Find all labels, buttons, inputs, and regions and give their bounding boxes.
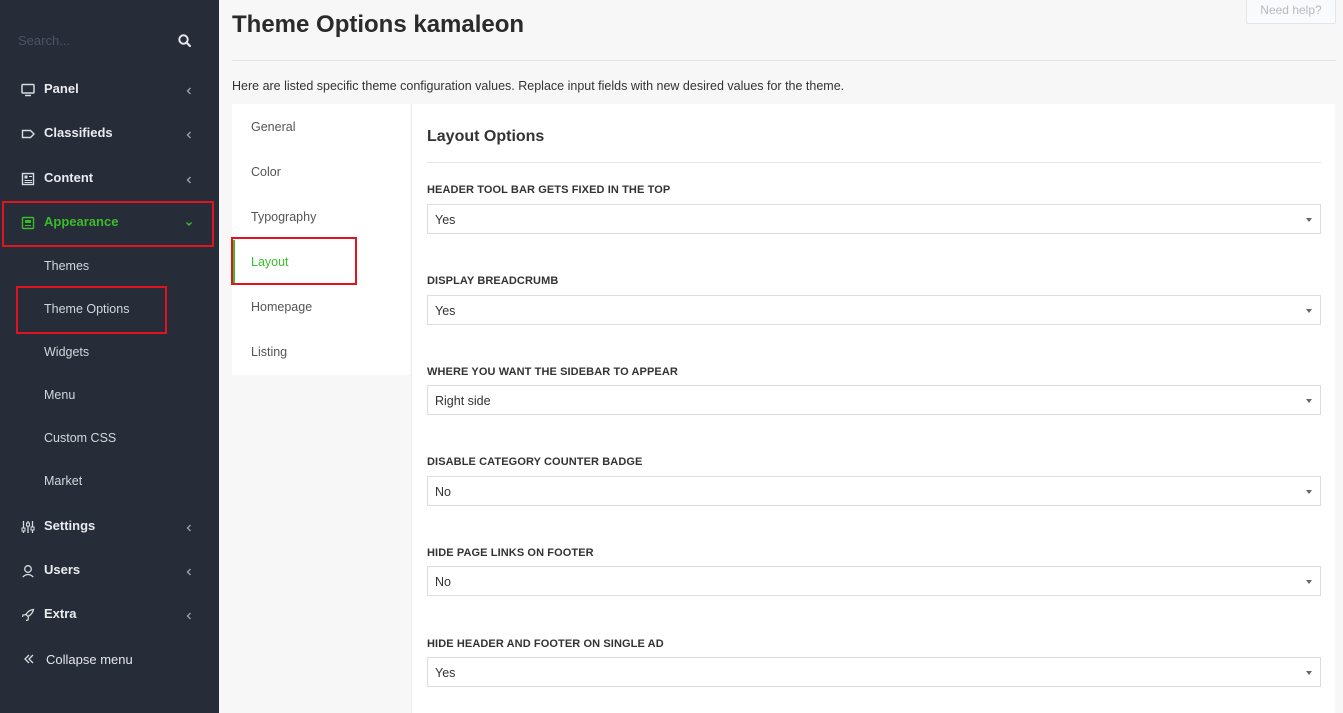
submenu-item-menu[interactable]: Menu [0, 378, 219, 414]
select-value: Yes [435, 304, 456, 318]
select-value: No [435, 575, 451, 589]
submenu-item-label: Themes [44, 259, 90, 273]
submenu-item-label: Theme Options [44, 302, 130, 316]
sidebar-item-label: Panel [44, 81, 79, 96]
tab-label: Layout [251, 255, 289, 269]
chevron-left-icon [184, 609, 194, 621]
tab-color[interactable]: Color [232, 150, 410, 195]
intro-text: Here are listed specific theme configura… [232, 79, 845, 93]
newspaper-icon [21, 172, 35, 186]
sidebar-item-settings[interactable]: Settings [0, 507, 219, 547]
tab-label: Color [251, 165, 281, 179]
search-input[interactable] [18, 28, 168, 52]
sidebar-item-label: Content [44, 170, 94, 185]
select-value: Yes [435, 666, 456, 680]
section-title: Layout Options [427, 128, 545, 145]
select-header-toolbar-fixed[interactable]: Yes [427, 204, 1321, 234]
tab-label: General [251, 120, 296, 134]
tab-listing[interactable]: Listing [232, 330, 410, 375]
sidebar-search [0, 18, 219, 62]
chevron-left-icon [184, 565, 194, 577]
user-icon [21, 564, 35, 578]
submenu-item-label: Market [44, 474, 83, 488]
submenu-item-custom-css[interactable]: Custom CSS [0, 421, 219, 457]
tab-typography[interactable]: Typography [232, 195, 410, 240]
sliders-icon [21, 520, 35, 534]
sidebar: Panel Classifieds Content Appearance [0, 0, 219, 713]
sidebar-item-users[interactable]: Users [0, 551, 219, 591]
search-icon[interactable] [176, 32, 194, 50]
rocket-icon [21, 608, 35, 622]
select-sidebar-position[interactable]: Right side [427, 385, 1321, 415]
tab-label: Homepage [251, 300, 313, 314]
submenu-item-label: Menu [44, 388, 76, 402]
field-label-display-breadcrumb: DISPLAY BREADCRUMB [427, 275, 559, 287]
field-label-header-toolbar-fixed: HEADER TOOL BAR GETS FIXED IN THE TOP [427, 184, 671, 196]
select-value: No [435, 485, 451, 499]
dropdown-caret-icon [1306, 580, 1312, 584]
chevron-down-icon [184, 217, 194, 229]
collapse-menu-button[interactable]: Collapse menu [0, 644, 219, 676]
sidebar-item-label: Classifieds [44, 125, 113, 140]
field-label-disable-category-counter: DISABLE CATEGORY COUNTER BADGE [427, 456, 643, 468]
sidebar-item-extra[interactable]: Extra [0, 595, 219, 635]
sidebar-item-label: Users [44, 562, 81, 577]
select-display-breadcrumb[interactable]: Yes [427, 295, 1321, 325]
section-divider [427, 162, 1321, 163]
field-label-hide-page-links: HIDE PAGE LINKS ON FOOTER [427, 547, 594, 559]
select-value: Yes [435, 213, 456, 227]
need-help-button[interactable]: Need help? [1246, 0, 1336, 24]
submenu-item-label: Widgets [44, 345, 90, 359]
field-label-sidebar-position: WHERE YOU WANT THE SIDEBAR TO APPEAR [427, 366, 678, 378]
sidebar-item-label: Extra [44, 606, 77, 621]
select-disable-category-counter[interactable]: No [427, 476, 1321, 506]
sidebar-item-appearance[interactable]: Appearance [0, 203, 219, 243]
theme-options-tabs: General Color Typography Layout Homepage… [232, 104, 410, 375]
page-title: Theme Options kamaleon [232, 11, 525, 38]
tag-icon [21, 127, 35, 141]
double-chevron-left-icon [22, 652, 36, 666]
layout-options-panel: Layout Options HEADER TOOL BAR GETS FIXE… [411, 104, 1335, 713]
tab-label: Typography [251, 210, 317, 224]
chevron-left-icon [184, 84, 194, 96]
select-hide-page-links[interactable]: No [427, 566, 1321, 596]
sidebar-item-content[interactable]: Content [0, 159, 219, 199]
dropdown-caret-icon [1306, 671, 1312, 675]
submenu-item-label: Custom CSS [44, 431, 117, 445]
tab-label: Listing [251, 345, 288, 359]
palette-icon [21, 216, 35, 230]
monitor-icon [21, 83, 35, 97]
chevron-left-icon [184, 173, 194, 185]
title-divider [232, 60, 1336, 61]
submenu-item-widgets[interactable]: Widgets [0, 335, 219, 371]
select-hide-header-footer-single-ad[interactable]: Yes [427, 657, 1321, 687]
submenu-item-market[interactable]: Market [0, 464, 219, 500]
sidebar-item-label: Appearance [44, 214, 119, 229]
field-label-hide-header-footer-single-ad: HIDE HEADER AND FOOTER ON SINGLE AD [427, 638, 664, 650]
submenu-item-theme-options[interactable]: Theme Options [0, 292, 219, 328]
dropdown-caret-icon [1306, 490, 1312, 494]
tab-general[interactable]: General [232, 105, 410, 150]
tab-homepage[interactable]: Homepage [232, 285, 410, 330]
sidebar-item-classifieds[interactable]: Classifieds [0, 114, 219, 154]
chevron-left-icon [184, 521, 194, 533]
dropdown-caret-icon [1306, 218, 1312, 222]
sidebar-item-label: Settings [44, 518, 96, 533]
chevron-left-icon [184, 128, 194, 140]
submenu-item-themes[interactable]: Themes [0, 249, 219, 285]
dropdown-caret-icon [1306, 309, 1312, 313]
select-value: Right side [435, 394, 491, 408]
tab-layout[interactable]: Layout [232, 240, 410, 285]
sidebar-item-panel[interactable]: Panel [0, 70, 219, 110]
collapse-menu-label: Collapse menu [46, 652, 133, 667]
dropdown-caret-icon [1306, 399, 1312, 403]
